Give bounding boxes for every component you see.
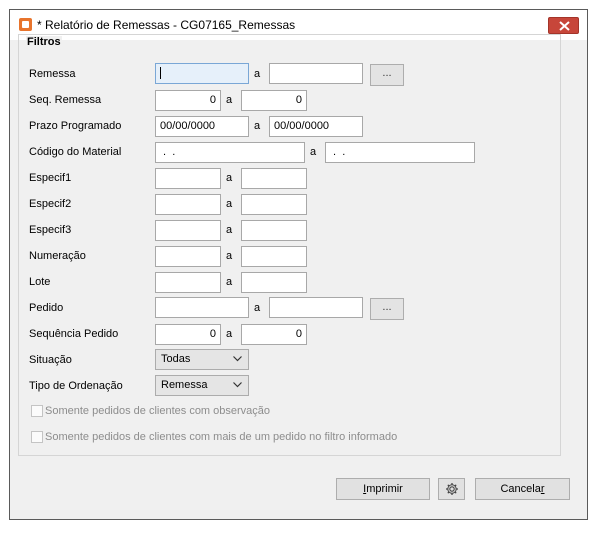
lote-label: Lote (29, 276, 51, 288)
range-separator: a (226, 172, 233, 184)
range-separator: a (226, 94, 233, 106)
pedido-to-input[interactable] (269, 297, 363, 318)
especif1-label: Especif1 (29, 172, 72, 184)
range-separator: a (254, 302, 261, 314)
sequencia-pedido-from-input[interactable]: 0 (155, 324, 221, 345)
tipo-ordenacao-select[interactable]: Remessa (155, 375, 249, 396)
chevron-down-icon (233, 356, 242, 362)
range-separator: a (226, 276, 233, 288)
report-app-icon (19, 18, 32, 31)
codigo-material-to-input[interactable]: . . (325, 142, 475, 163)
sequencia-pedido-to-input[interactable]: 0 (241, 324, 307, 345)
range-separator: a (226, 198, 233, 210)
especif2-from-input[interactable] (155, 194, 221, 215)
range-separator: a (254, 68, 261, 80)
range-separator: a (226, 328, 233, 340)
especif1-from-input[interactable] (155, 168, 221, 189)
range-separator: a (310, 146, 317, 158)
numeracao-to-input[interactable] (241, 246, 307, 267)
observacao-checkbox[interactable] (31, 405, 43, 417)
imprimir-button[interactable]: Imprimir (336, 478, 430, 500)
pedido-label: Pedido (29, 302, 64, 314)
situacao-selected-value: Todas (161, 353, 191, 365)
numeracao-label: Numeração (29, 250, 86, 262)
especif3-to-input[interactable] (241, 220, 307, 241)
multiplos-pedidos-checkbox-label: Somente pedidos de clientes com mais de … (45, 431, 398, 443)
especif2-to-input[interactable] (241, 194, 307, 215)
codigo-material-from-input[interactable]: . . (155, 142, 305, 163)
settings-button[interactable] (438, 478, 465, 500)
filters-group-label: Filtros (26, 36, 62, 48)
prazo-programado-to-input[interactable]: 00/00/0000 (269, 116, 363, 137)
gear-icon (446, 483, 458, 495)
tipo-ordenacao-selected-value: Remessa (161, 379, 208, 391)
cancelar-button[interactable]: Cancelar (475, 478, 570, 500)
close-button[interactable] (548, 17, 579, 34)
remessa-label: Remessa (29, 68, 76, 80)
seq-remessa-from-input[interactable]: 0 (155, 90, 221, 111)
situacao-label: Situação (29, 354, 72, 366)
especif1-to-input[interactable] (241, 168, 307, 189)
window-title: * Relatório de Remessas - CG07165_Remess… (37, 18, 296, 32)
range-separator: a (254, 120, 261, 132)
multiplos-pedidos-checkbox[interactable] (31, 431, 43, 443)
especif2-label: Especif2 (29, 198, 72, 210)
prazo-programado-from-input[interactable]: 00/00/0000 (155, 116, 249, 137)
lote-from-input[interactable] (155, 272, 221, 293)
pedido-from-input[interactable] (155, 297, 249, 318)
numeracao-from-input[interactable] (155, 246, 221, 267)
sequencia-pedido-label: Sequência Pedido (29, 328, 119, 340)
especif3-from-input[interactable] (155, 220, 221, 241)
remessa-from-input[interactable] (155, 63, 249, 84)
situacao-select[interactable]: Todas (155, 349, 249, 370)
prazo-programado-label: Prazo Programado (29, 120, 122, 132)
codigo-material-label: Código do Material (29, 146, 122, 158)
close-icon (559, 21, 570, 31)
pedido-browse-button[interactable]: ... (370, 298, 404, 320)
remessa-to-input[interactable] (269, 63, 363, 84)
especif3-label: Especif3 (29, 224, 72, 236)
text-caret (160, 67, 161, 80)
chevron-down-icon (233, 382, 242, 388)
observacao-checkbox-label: Somente pedidos de clientes com observaç… (45, 405, 271, 417)
lote-to-input[interactable] (241, 272, 307, 293)
range-separator: a (226, 250, 233, 262)
range-separator: a (226, 224, 233, 236)
tipo-ordenacao-label: Tipo de Ordenação (29, 380, 123, 392)
remessa-browse-button[interactable]: ... (370, 64, 404, 86)
seq-remessa-label: Seq. Remessa (29, 94, 102, 106)
seq-remessa-to-input[interactable]: 0 (241, 90, 307, 111)
